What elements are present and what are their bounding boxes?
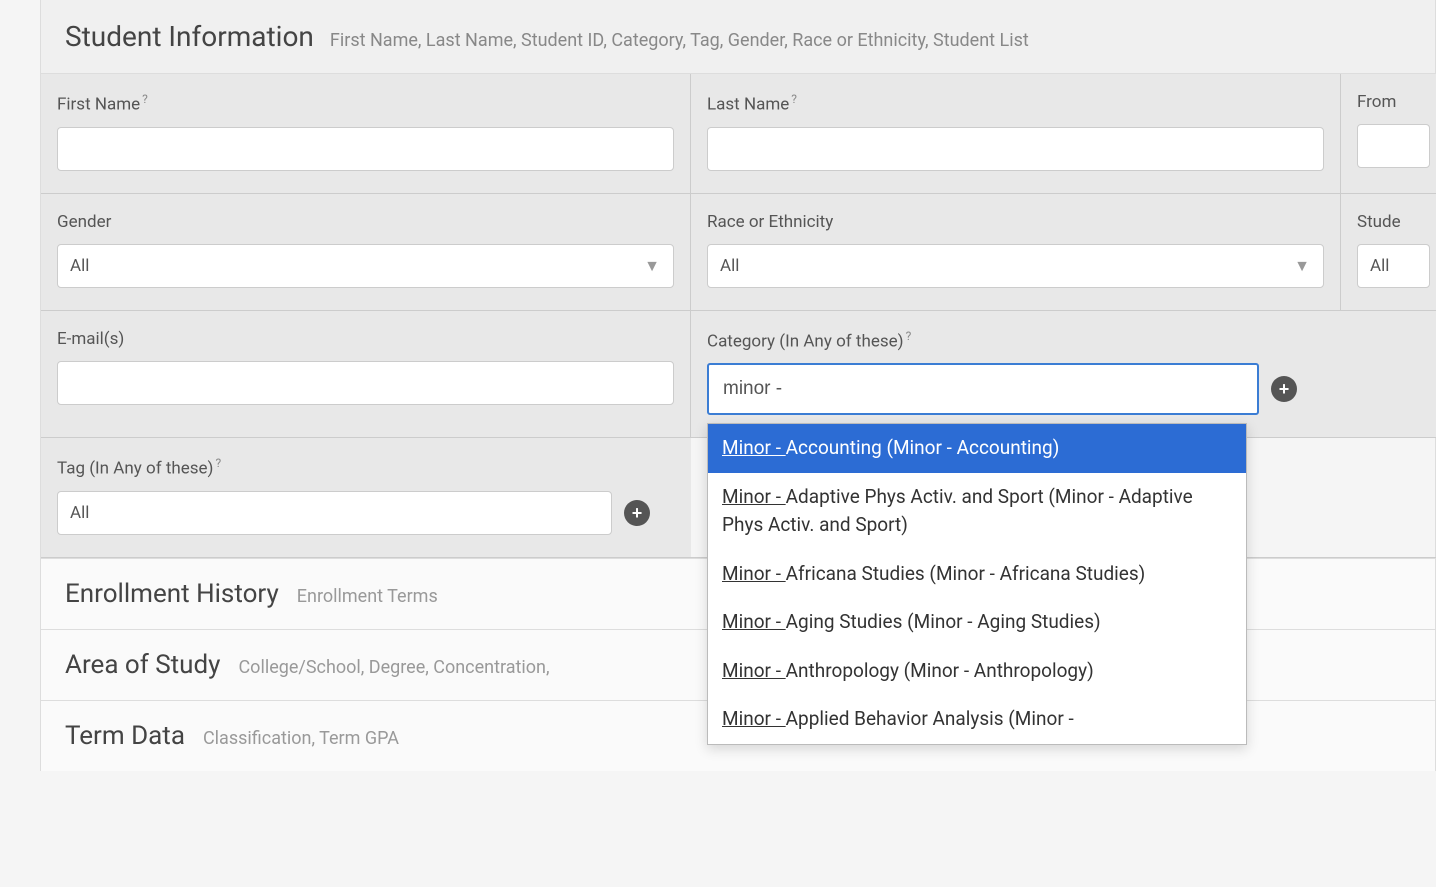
first-name-label: First Name?	[57, 92, 148, 115]
first-name-input[interactable]	[57, 127, 674, 171]
dropdown-option[interactable]: Minor - Anthropology (Minor - Anthropolo…	[708, 647, 1246, 696]
last-name-input[interactable]	[707, 127, 1324, 171]
add-tag-button[interactable]: +	[624, 500, 650, 526]
race-select[interactable]: All	[707, 244, 1324, 288]
section-title: Student Information	[65, 20, 314, 53]
section-subtitle: College/School, Degree, Concentration,	[238, 657, 549, 678]
field-race: Race or Ethnicity All ▼	[691, 194, 1341, 311]
plus-icon: +	[1279, 380, 1290, 398]
email-label: E-mail(s)	[57, 329, 124, 349]
from-input[interactable]	[1357, 124, 1430, 168]
email-input[interactable]	[57, 361, 674, 405]
section-subtitle: Enrollment Terms	[297, 586, 438, 607]
race-label: Race or Ethnicity	[707, 212, 833, 232]
add-category-button[interactable]: +	[1271, 376, 1297, 402]
field-tag: Tag (In Any of these)? All +	[41, 438, 691, 558]
gender-label: Gender	[57, 212, 111, 232]
section-title: Area of Study	[65, 650, 220, 680]
section-student-information[interactable]: Student Information First Name, Last Nam…	[40, 0, 1436, 74]
section-subtitle: Classification, Term GPA	[203, 728, 399, 749]
category-dropdown[interactable]: Minor - Accounting (Minor - Accounting)M…	[707, 423, 1247, 745]
category-label: Category (In Any of these)?	[707, 329, 911, 352]
dropdown-option[interactable]: Minor - Accounting (Minor - Accounting)	[708, 424, 1246, 473]
field-student-list: Stude All	[1341, 194, 1436, 311]
help-icon[interactable]: ?	[906, 329, 912, 343]
section-title: Enrollment History	[65, 579, 279, 609]
student-list-select[interactable]: All	[1357, 244, 1430, 288]
student-info-fields: First Name? Last Name? From Gender All ▼	[40, 74, 1436, 559]
section-subtitle: First Name, Last Name, Student ID, Categ…	[330, 30, 1029, 51]
dropdown-option[interactable]: Minor - Africana Studies (Minor - Africa…	[708, 550, 1246, 599]
field-gender: Gender All ▼	[41, 194, 691, 311]
section-title: Term Data	[65, 721, 185, 751]
dropdown-option[interactable]: Minor - Applied Behavior Analysis (Minor…	[708, 695, 1246, 744]
field-email: E-mail(s)	[41, 311, 691, 439]
help-icon[interactable]: ?	[142, 92, 148, 106]
field-from: From	[1341, 74, 1436, 194]
plus-icon: +	[632, 504, 643, 522]
category-input[interactable]	[707, 363, 1259, 415]
help-icon[interactable]: ?	[215, 456, 221, 470]
field-last-name: Last Name?	[691, 74, 1341, 194]
dropdown-option[interactable]: Minor - Adaptive Phys Activ. and Sport (…	[708, 473, 1246, 550]
from-label: From	[1357, 92, 1396, 112]
dropdown-option[interactable]: Minor - Aging Studies (Minor - Aging Stu…	[708, 598, 1246, 647]
student-list-label: Stude	[1357, 212, 1401, 232]
field-first-name: First Name?	[41, 74, 691, 194]
help-icon[interactable]: ?	[791, 92, 797, 106]
tag-select[interactable]: All	[57, 491, 612, 535]
field-category: Category (In Any of these)? Minor - Acco…	[691, 311, 1436, 439]
last-name-label: Last Name?	[707, 92, 797, 115]
gender-select[interactable]: All	[57, 244, 674, 288]
tag-label: Tag (In Any of these)?	[57, 456, 221, 479]
